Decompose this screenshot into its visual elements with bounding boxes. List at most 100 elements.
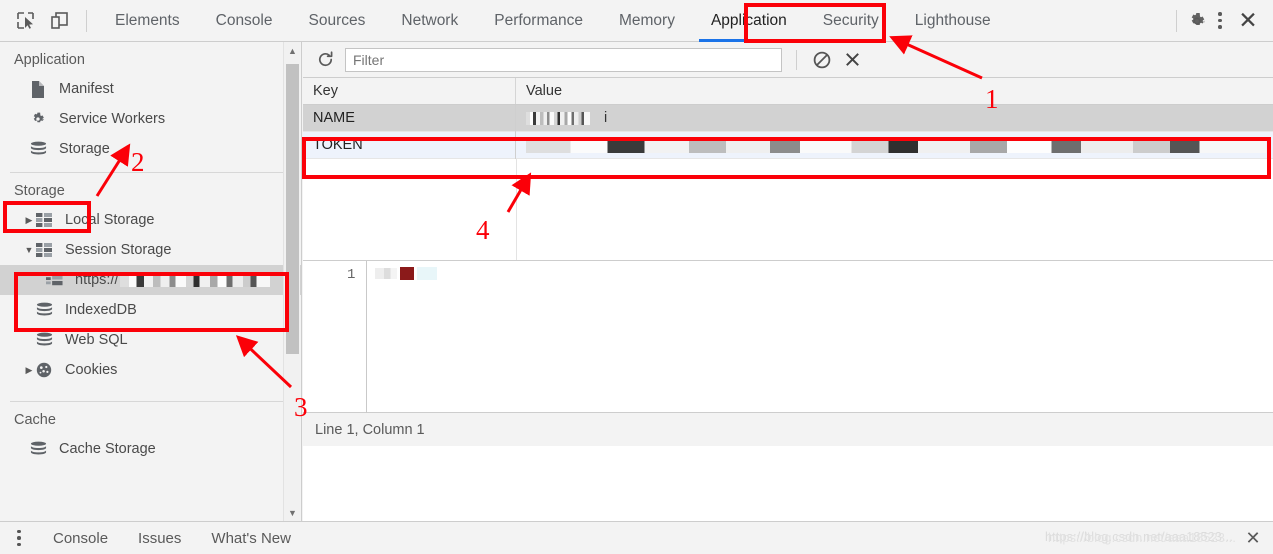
gear-icon[interactable] [1187,11,1207,31]
toolbar-divider [86,9,87,32]
sidebar-item-label: Session Storage [65,242,172,258]
tab-label: Lighthouse [914,11,991,29]
refresh-icon[interactable] [311,47,339,73]
tab-lighthouse[interactable]: Lighthouse [897,0,1009,42]
storage-toolbar [303,42,1273,78]
tab-application[interactable]: Application [693,0,805,42]
sidebar-item-session-storage[interactable]: ▼ Session Storage [0,235,301,265]
sidebar-item-service-workers[interactable]: Service Workers [0,104,301,134]
devtools-drawer: Console Issues What's New https://blog.c… [0,521,1273,554]
tab-label: Elements [115,11,180,29]
tab-label: Application [710,11,787,29]
tab-label: Sources [308,11,366,29]
delete-selected-icon[interactable] [837,47,867,73]
sidebar-item-cache-storage[interactable]: Cache Storage [0,434,301,464]
scroll-up-arrow-icon[interactable]: ▲ [284,42,301,59]
line-number: 1 [347,267,356,283]
inspect-element-icon[interactable] [8,6,42,36]
document-icon [30,80,52,98]
database-icon [30,440,52,458]
sidebar-item-local-storage[interactable]: ▶ Local Storage [0,205,301,235]
chevron-right-icon[interactable]: ▶ [22,365,36,376]
value-suffix: i [604,110,608,126]
watermark: https://blog.csdn.net/aaa18523... https:… [1045,530,1236,545]
kebab-menu-icon[interactable] [1207,8,1233,34]
sidebar-item-label: Storage [59,141,110,157]
chevron-down-icon[interactable]: ▼ [22,245,36,255]
sidebar-header-application: Application [14,52,85,68]
tab-performance[interactable]: Performance [476,0,601,42]
close-icon[interactable]: ✕ [1241,526,1265,550]
database-icon [36,301,58,319]
table-icon [36,211,58,229]
sidebar-item-indexeddb[interactable]: IndexedDB [0,295,301,325]
database-icon [30,140,52,158]
sidebar-header-cache: Cache [14,412,56,428]
storage-panel: Key Value NAME i TOKEN 1 [303,42,1273,521]
annotation-number-1: 1 [985,84,999,114]
frame-icon [46,271,68,289]
toolbar-divider [1176,9,1177,32]
tab-label: Network [401,11,459,29]
sidebar-item-label: Cookies [65,362,118,378]
sidebar-item-label: Service Workers [59,111,166,127]
sidebar-scrollbar[interactable]: ▲ ▼ [283,42,300,521]
tab-console[interactable]: Console [198,0,291,42]
cell-key: NAME [303,104,516,132]
storage-table-header: Key Value [303,78,1273,105]
sidebar-item-web-sql[interactable]: Web SQL [0,325,301,355]
redacted-token [400,267,414,280]
tab-network[interactable]: Network [383,0,476,42]
cell-key: TOKEN [303,131,516,159]
redacted-token [417,267,437,280]
panel-tabs: Elements Console Sources Network Perform… [97,0,1009,42]
table-row[interactable]: TOKEN [303,131,1273,159]
scroll-down-arrow-icon[interactable]: ▼ [284,504,301,521]
toolbar-actions: ✕ [1166,0,1273,42]
cell-value: i [516,105,1273,132]
redacted-origin [119,273,270,287]
sidebar-item-label: https:// [75,272,119,288]
table-row[interactable]: NAME i [303,104,1273,132]
cell-value [516,132,1273,159]
sidebar-item-label: Manifest [59,81,114,97]
column-header-key[interactable]: Key [303,78,516,104]
tab-label: Memory [618,11,675,29]
scrollbar-thumb[interactable] [286,64,299,354]
drawer-tab-whats-new[interactable]: What's New [196,522,306,554]
preview-content[interactable] [375,267,437,280]
tab-memory[interactable]: Memory [601,0,693,42]
kebab-menu-icon[interactable] [0,524,38,552]
watermark-text-shadow: https://blog.csdn.net/aaa18523... [1048,530,1236,545]
application-sidebar: Application Manifest Service Workers Sto… [0,42,302,521]
table-icon [36,241,58,259]
drawer-tab-issues[interactable]: Issues [123,522,196,554]
drawer-tab-console[interactable]: Console [38,522,123,554]
sidebar-item-manifest[interactable]: Manifest [0,74,301,104]
filter-input[interactable] [345,47,782,72]
gutter-divider [366,261,367,413]
sidebar-item-cookies[interactable]: ▶ Cookies [0,355,301,385]
annotation-number-3: 3 [294,392,308,422]
tab-sources[interactable]: Sources [291,0,384,42]
tab-security[interactable]: Security [805,0,897,42]
value-preview-pane: 1 [303,260,1273,413]
clear-all-icon[interactable] [807,47,837,73]
cookie-icon [36,361,58,379]
chevron-right-icon[interactable]: ▶ [22,215,36,226]
devtools-window: Elements Console Sources Network Perform… [0,0,1273,554]
device-toolbar-icon[interactable] [42,6,76,36]
redacted-value [526,111,590,125]
devtools-tabbar: Elements Console Sources Network Perform… [0,0,1273,42]
sidebar-item-session-origin[interactable]: https:// [0,265,301,295]
sidebar-item-storage[interactable]: Storage [0,134,301,164]
tab-elements[interactable]: Elements [97,0,198,42]
column-header-value[interactable]: Value [516,78,1273,104]
sidebar-item-label: Cache Storage [59,441,156,457]
toolbar-divider [796,49,797,70]
tab-label: Console [215,11,273,29]
redacted-token [375,268,397,279]
sidebar-header-storage: Storage [14,183,65,199]
close-icon[interactable]: ✕ [1233,8,1263,34]
database-icon [36,331,58,349]
